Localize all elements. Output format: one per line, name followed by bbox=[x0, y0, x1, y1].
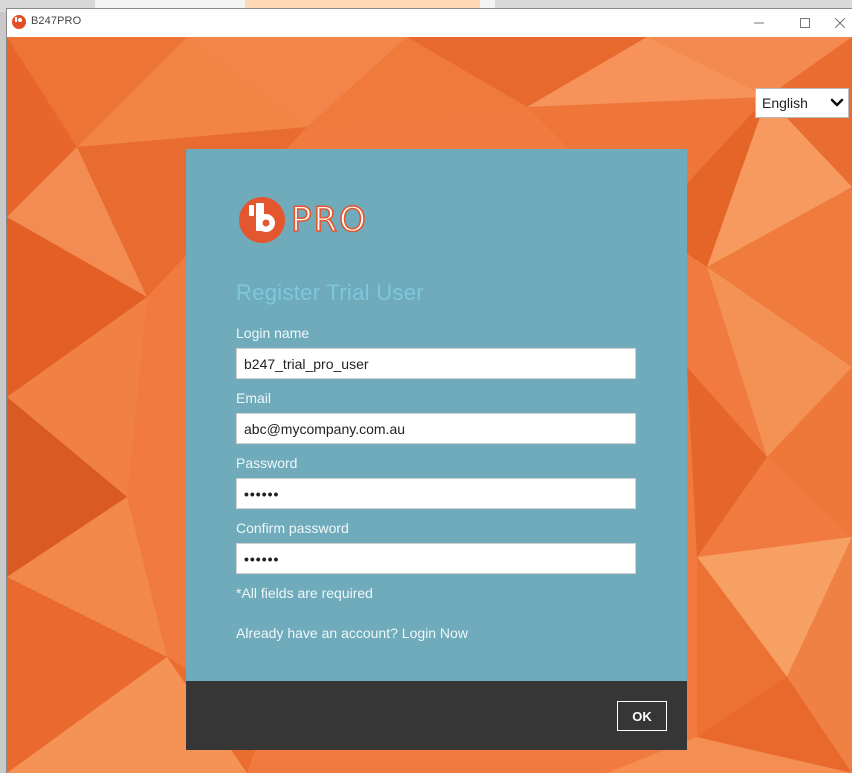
client-area: English PRO Register Trial User Login na… bbox=[7, 37, 852, 773]
login-now-link[interactable]: Already have an account? Login Now bbox=[236, 625, 468, 641]
brand-logo: PRO bbox=[237, 195, 368, 245]
register-panel: PRO Register Trial User Login name b247_… bbox=[186, 149, 687, 681]
language-select[interactable]: English bbox=[755, 88, 849, 118]
required-fields-note: *All fields are required bbox=[236, 585, 373, 601]
login-name-label: Login name bbox=[236, 325, 310, 341]
title-bar: B247PRO bbox=[7, 9, 852, 37]
confirm-password-label: Confirm password bbox=[236, 520, 349, 536]
logo-wordmark: PRO bbox=[290, 199, 368, 241]
app-logo-icon bbox=[12, 15, 26, 29]
ok-button[interactable]: OK bbox=[617, 701, 667, 731]
dialog-footer: OK bbox=[186, 681, 687, 750]
password-label: Password bbox=[236, 455, 298, 471]
chevron-down-icon bbox=[826, 98, 848, 108]
confirm-password-input[interactable]: •••••• bbox=[236, 543, 636, 574]
email-label: Email bbox=[236, 390, 272, 406]
form-title: Register Trial User bbox=[236, 280, 424, 305]
close-icon bbox=[835, 18, 845, 28]
maximize-icon bbox=[800, 18, 810, 28]
minimize-icon bbox=[754, 22, 764, 24]
login-name-input[interactable]: b247_trial_pro_user bbox=[236, 348, 636, 379]
close-button[interactable] bbox=[828, 9, 852, 37]
language-selected-value: English bbox=[762, 95, 808, 111]
window-title: B247PRO bbox=[31, 15, 82, 27]
password-input[interactable]: •••••• bbox=[236, 478, 636, 509]
maximize-button[interactable] bbox=[782, 9, 828, 37]
minimize-button[interactable] bbox=[736, 9, 782, 37]
app-window: B247PRO English PRO Register Trial User … bbox=[7, 9, 852, 773]
email-input[interactable]: abc@mycompany.com.au bbox=[236, 413, 636, 444]
b247-logo-icon bbox=[239, 197, 285, 243]
